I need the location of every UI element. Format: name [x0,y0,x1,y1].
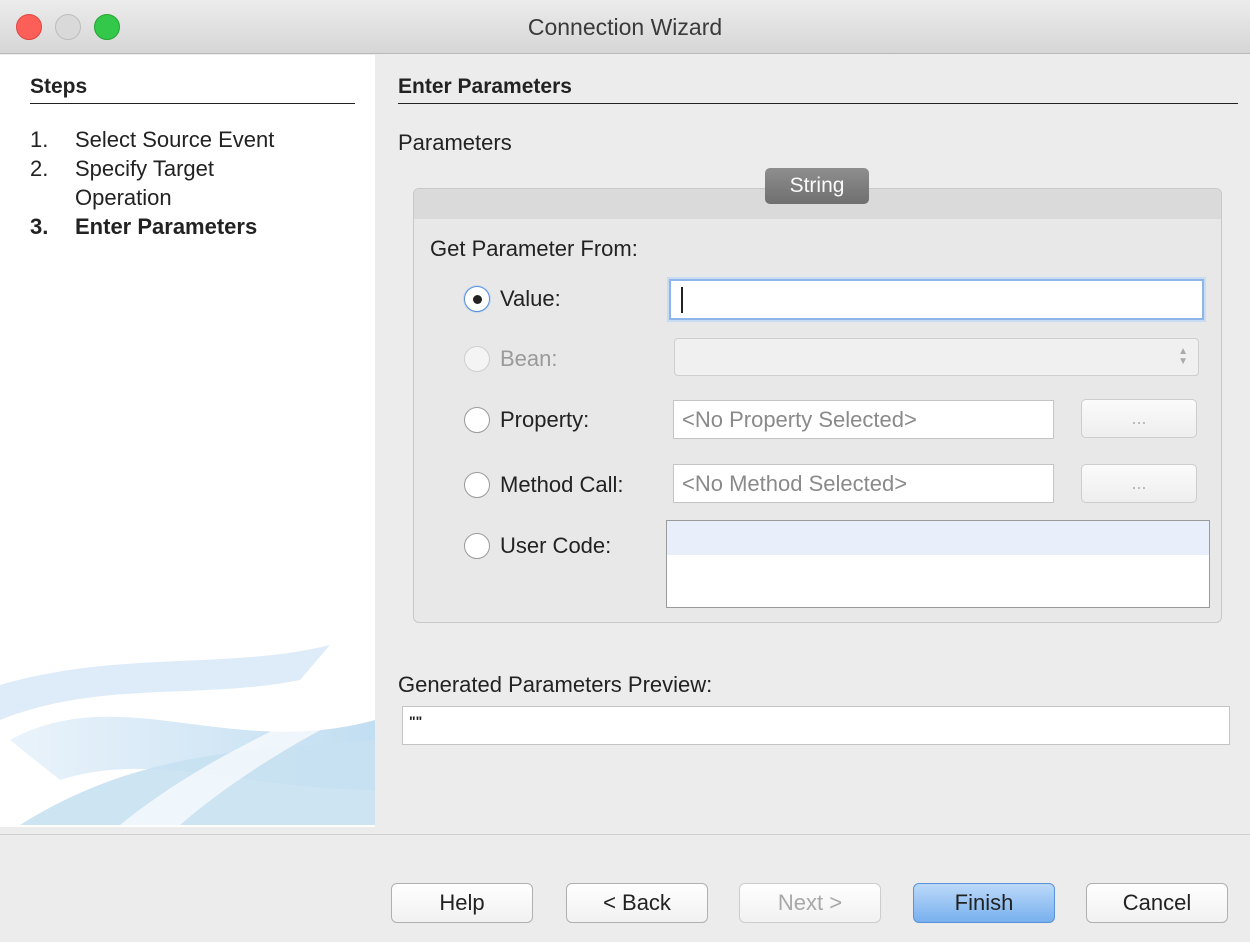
method-call-label: Method Call: [500,472,624,497]
value-radio[interactable] [464,286,490,312]
page-title: Enter Parameters [398,75,1238,104]
step-number: 3. [30,214,49,239]
step-item-3-current: 3. Enter Parameters [30,212,360,241]
option-user-code[interactable]: User Code: [464,533,611,559]
user-code-editor[interactable] [666,520,1210,608]
title-bar: Connection Wizard [0,0,1250,54]
property-browse-button[interactable]: ... [1081,399,1197,438]
value-input[interactable] [669,279,1204,320]
option-bean: Bean: [464,346,558,372]
back-button[interactable]: < Back [566,883,708,923]
step-label: Select Source Event [75,127,275,152]
step-number: 1. [30,127,49,152]
cancel-button[interactable]: Cancel [1086,883,1228,923]
window-title: Connection Wizard [527,14,723,40]
property-radio[interactable] [464,407,490,433]
bean-radio [464,346,490,372]
preview-field: "" [402,706,1230,745]
tab-string[interactable]: String [765,168,869,204]
step-item-2: 2. Specify Target Operation [30,154,360,212]
method-call-radio[interactable] [464,472,490,498]
preview-label: Generated Parameters Preview: [398,672,713,697]
bean-label: Bean: [500,346,558,371]
step-label: Specify Target Operation [75,156,215,210]
help-button[interactable]: Help [391,883,533,923]
next-button: Next > [739,883,881,923]
user-code-radio[interactable] [464,533,490,559]
step-number: 2. [30,156,49,181]
select-arrows-icon: ▲ ▼ [1178,346,1188,367]
option-method-call[interactable]: Method Call: [464,472,624,498]
property-field: <No Property Selected> [673,400,1054,439]
property-label: Property: [500,407,590,432]
option-value[interactable]: Value: [464,286,561,312]
finish-button[interactable]: Finish [913,883,1055,923]
footer-divider [0,834,1250,835]
step-label: Enter Parameters [75,214,258,239]
steps-heading: Steps [30,75,355,104]
wizard-decoration-graphic [0,645,375,825]
property-placeholder: <No Property Selected> [682,406,917,432]
step-item-1: 1. Select Source Event [30,125,360,154]
value-label: Value: [500,286,561,311]
parameters-label: Parameters [398,130,512,155]
get-parameter-from-label: Get Parameter From: [430,236,638,261]
option-property[interactable]: Property: [464,407,589,433]
steps-pane: Steps 1. Select Source Event 2. Specify … [0,55,375,827]
current-line-highlight [667,521,1209,555]
text-caret [681,286,683,313]
method-placeholder: <No Method Selected> [682,470,908,496]
method-call-browse-button[interactable]: ... [1081,464,1197,503]
steps-list: 1. Select Source Event 2. Specify Target… [30,125,360,241]
user-code-label: User Code: [500,533,612,558]
method-call-field: <No Method Selected> [673,464,1054,503]
bean-select: ▲ ▼ [674,338,1199,376]
